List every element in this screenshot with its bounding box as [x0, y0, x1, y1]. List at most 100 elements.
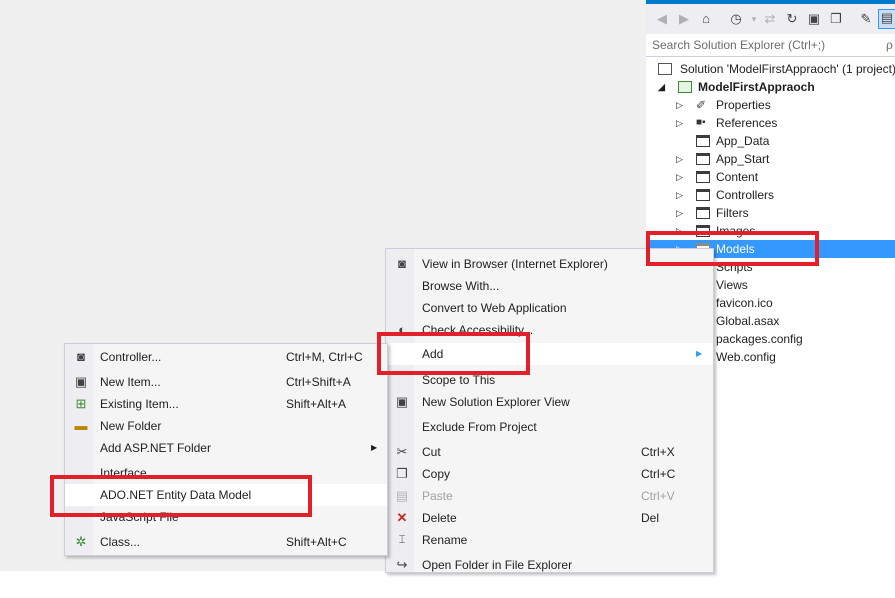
- menu-label: Browse With...: [422, 279, 500, 293]
- new-view-icon: ▣: [395, 394, 409, 409]
- tree-label: Web.config: [716, 350, 776, 364]
- paste-icon: ▤: [395, 488, 409, 503]
- expander-icon[interactable]: ▷: [676, 168, 686, 186]
- highlight-box-add: [377, 332, 530, 375]
- tree-item-filters[interactable]: ▷ Filters: [646, 204, 895, 222]
- delete-icon: ✕: [396, 510, 408, 525]
- open-folder-icon: ↪: [396, 557, 408, 572]
- tree-label: ModelFirstAppraoch: [698, 80, 815, 94]
- search-icon[interactable]: ρ: [886, 38, 893, 52]
- tree-label: Filters: [716, 206, 749, 220]
- submenu-item-new-item[interactable]: ▣ New Item... Ctrl+Shift+A: [65, 371, 387, 393]
- folder-icon: [696, 171, 710, 183]
- controller-icon: ◙: [77, 349, 85, 364]
- menu-label: New Folder: [100, 419, 162, 433]
- tree-item-app-start[interactable]: ▷ App_Start: [646, 150, 895, 168]
- tree-label: Views: [716, 278, 748, 292]
- menu-shortcut: Shift+Alt+A: [286, 397, 347, 411]
- add-submenu: ◙ Controller... Ctrl+M, Ctrl+C ▣ New Ite…: [64, 343, 388, 556]
- menu-item-cut[interactable]: ✂ Cut Ctrl+X: [386, 441, 713, 463]
- tree-label: Global.asax: [716, 314, 780, 328]
- tree-item-content[interactable]: ▷ Content: [646, 168, 895, 186]
- menu-shortcut: Ctrl+Shift+A: [286, 375, 351, 389]
- expander-open-icon[interactable]: ◢: [658, 78, 668, 96]
- tree-label: Properties: [716, 98, 771, 112]
- expander-icon[interactable]: ▷: [676, 204, 686, 222]
- menu-item-open-in-explorer[interactable]: ↪ Open Folder in File Explorer: [386, 554, 713, 576]
- back-icon[interactable]: ◀: [654, 11, 670, 27]
- menu-item-exclude[interactable]: Exclude From Project: [386, 416, 713, 438]
- menu-shortcut: Ctrl+C: [641, 467, 676, 481]
- copy-icon[interactable]: ❐: [828, 11, 844, 27]
- menu-item-rename[interactable]: ⌶ Rename: [386, 529, 713, 551]
- menu-label: Convert to Web Application: [422, 301, 567, 315]
- tree-label: Solution 'ModelFirstAppraoch' (1 project…: [680, 62, 895, 76]
- browser-icon: ◙: [398, 256, 406, 271]
- expander-icon[interactable]: ▷: [676, 150, 686, 168]
- tree-label: Content: [716, 170, 759, 184]
- preview-icon[interactable]: ▤: [878, 9, 895, 29]
- submenu-item-new-folder[interactable]: ▬ New Folder: [65, 415, 387, 437]
- collapse-all-icon[interactable]: ▣: [806, 11, 822, 27]
- menu-item-delete[interactable]: ✕ Delete Del: [386, 507, 713, 529]
- menu-shortcut: Ctrl+V: [641, 489, 675, 503]
- tree-label: Controllers: [716, 188, 775, 202]
- expander-icon[interactable]: ▷: [676, 186, 686, 204]
- tree-item-references[interactable]: ▷ ■▪ References: [646, 114, 895, 132]
- references-icon: ■▪: [696, 117, 706, 128]
- tree-item-properties[interactable]: ▷ ✐ Properties: [646, 96, 895, 114]
- menu-item-browse-with[interactable]: Browse With...: [386, 275, 713, 297]
- tree-project-node[interactable]: ◢ ModelFirstAppraoch: [646, 78, 895, 96]
- menu-label: Controller...: [100, 350, 162, 364]
- menu-item-copy[interactable]: ❐ Copy Ctrl+C: [386, 463, 713, 485]
- tree-item-controllers[interactable]: ▷ Controllers: [646, 186, 895, 204]
- solution-explorer-toolbar: ◀ ▶ ⌂ ◷ ▾ ⇄ ↻ ▣ ❐ ✎ ▤: [646, 4, 895, 34]
- history-icon[interactable]: ◷: [728, 11, 744, 27]
- menu-label: New Item...: [100, 375, 161, 389]
- search-input[interactable]: Search Solution Explorer (Ctrl+;): [652, 38, 825, 52]
- forward-icon[interactable]: ▶: [676, 11, 692, 27]
- submenu-item-controller[interactable]: ◙ Controller... Ctrl+M, Ctrl+C: [65, 346, 387, 368]
- menu-item-new-se-view[interactable]: ▣ New Solution Explorer View: [386, 391, 713, 413]
- tree-label: References: [716, 116, 778, 130]
- highlight-box-ado-net: [50, 475, 312, 517]
- web-project-icon: [678, 81, 692, 93]
- refresh-icon[interactable]: ↻: [784, 11, 800, 27]
- submenu-item-class[interactable]: ✲ Class... Shift+Alt+C: [65, 531, 387, 553]
- menu-label: Class...: [100, 535, 141, 549]
- properties-icon[interactable]: ✎: [858, 11, 874, 27]
- menu-shortcut: Shift+Alt+C: [286, 535, 347, 549]
- context-menu: ◙ View in Browser (Internet Explorer) Br…: [385, 248, 714, 573]
- highlight-box-models: [646, 231, 819, 266]
- tree-item-app-data[interactable]: App_Data: [646, 132, 895, 150]
- tree-label: App_Data: [716, 134, 770, 148]
- expander-icon[interactable]: ▷: [676, 114, 686, 132]
- menu-label: Cut: [422, 445, 441, 459]
- home-icon[interactable]: ⌂: [698, 11, 714, 27]
- menu-shortcut: Ctrl+M, Ctrl+C: [286, 350, 363, 364]
- submenu-item-aspnet-folder[interactable]: Add ASP.NET Folder ▶: [65, 437, 387, 459]
- tree-label: App_Start: [716, 152, 770, 166]
- menu-label: Exclude From Project: [422, 420, 537, 434]
- copy-icon: ❐: [396, 466, 408, 481]
- solution-icon: [658, 63, 672, 75]
- folder-icon: [696, 153, 710, 165]
- wrench-icon: ✐: [696, 98, 707, 112]
- submenu-arrow-icon: ▶: [696, 349, 703, 358]
- expander-icon[interactable]: ▷: [676, 96, 686, 114]
- menu-label: New Solution Explorer View: [422, 395, 570, 409]
- chevron-down-icon[interactable]: ▾: [746, 11, 762, 27]
- menu-label: Delete: [422, 511, 457, 525]
- sync-icon[interactable]: ⇄: [762, 11, 778, 27]
- submenu-item-existing-item[interactable]: ⊞ Existing Item... Shift+Alt+A: [65, 393, 387, 415]
- menu-item-convert-web-app[interactable]: Convert to Web Application: [386, 297, 713, 319]
- menu-item-paste[interactable]: ▤ Paste Ctrl+V: [386, 485, 713, 507]
- menu-label: View in Browser (Internet Explorer): [422, 257, 608, 271]
- folder-icon: [696, 135, 710, 147]
- menu-label: Add ASP.NET Folder: [100, 441, 211, 455]
- new-folder-icon: ▬: [74, 418, 88, 433]
- search-box[interactable]: Search Solution Explorer (Ctrl+;) ρ: [646, 34, 895, 57]
- tree-solution-node[interactable]: Solution 'ModelFirstAppraoch' (1 project…: [646, 60, 895, 78]
- class-icon: ✲: [75, 534, 87, 549]
- menu-label: Rename: [422, 533, 468, 547]
